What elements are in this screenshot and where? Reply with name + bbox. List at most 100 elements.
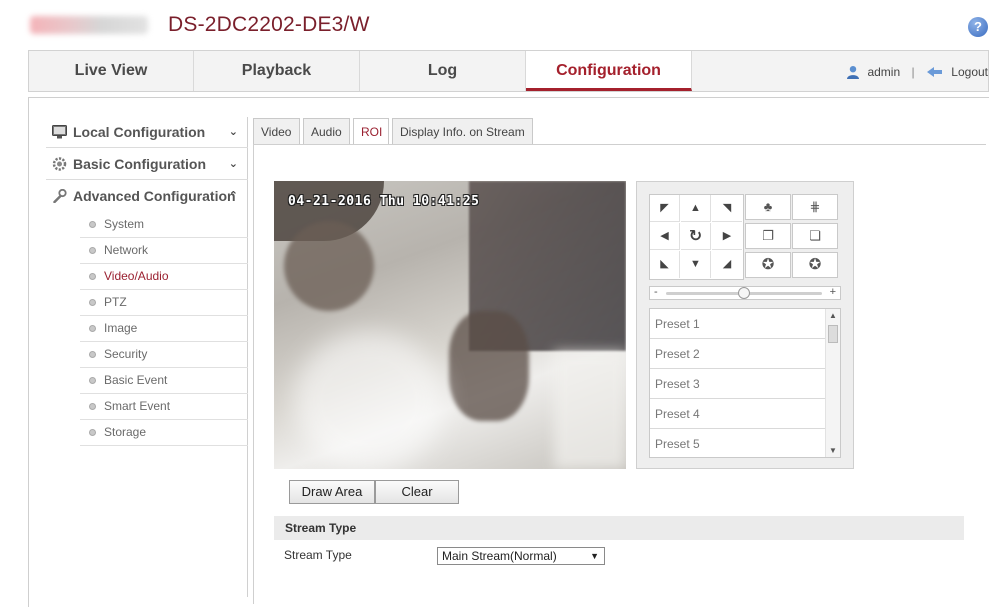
user-area: admin | Logout [846, 51, 988, 91]
zoom-out-icon[interactable]: ⋕ [792, 194, 838, 220]
sidebar-item-label: Storage [104, 425, 147, 439]
zoom-in-icon[interactable]: ♣ [745, 194, 791, 220]
bullet-icon [89, 429, 96, 436]
sidebar-item-basic-event[interactable]: Basic Event [80, 368, 248, 394]
logout-link[interactable]: Logout [951, 65, 988, 79]
sidebar-section-label: Basic Configuration [73, 156, 207, 172]
username: admin [867, 64, 901, 79]
ptz-direction-pad: ◤ ▲ ◥ ◀ ↻ ▶ ◣ ▼ ◢ [649, 194, 744, 280]
sidebar-item-label: Video/Audio [104, 269, 169, 283]
sidebar-section-basic-configuration[interactable]: Basic Configuration ⌄ [46, 148, 248, 180]
focus-near-icon[interactable]: ❐ [745, 223, 791, 249]
tab-configuration[interactable]: Configuration [526, 51, 692, 91]
stream-type-label: Stream Type [284, 548, 352, 562]
sidebar-item-label: System [104, 217, 145, 231]
ptz-up-right-button[interactable]: ◥ [712, 195, 742, 222]
sidebar-item-label: Smart Event [104, 399, 171, 413]
tab-log[interactable]: Log [360, 51, 526, 91]
iris-close-icon[interactable]: ✪ [792, 252, 838, 278]
bullet-icon [89, 403, 96, 410]
sidebar-item-security[interactable]: Security [80, 342, 248, 368]
tab-live-view[interactable]: Live View [29, 51, 194, 91]
tab-display-info-on-stream[interactable]: Display Info. on Stream [392, 118, 533, 144]
video-timestamp-osd: 04-21-2016 Thu 10:41:25 [288, 194, 480, 209]
slider-knob[interactable] [738, 287, 750, 299]
speed-plus-icon[interactable]: + [830, 286, 836, 298]
ptz-left-button[interactable]: ◀ [650, 223, 680, 250]
chevron-up-icon[interactable]: ⌃ [229, 180, 238, 212]
sidebar-item-label: Security [104, 347, 148, 361]
sidebar-item-system[interactable]: System [80, 212, 248, 238]
bullet-icon [89, 325, 96, 332]
scroll-thumb[interactable] [828, 325, 838, 343]
sidebar-section-advanced-configuration[interactable]: Advanced Configuration ⌃ [46, 180, 248, 212]
gear-icon [52, 157, 67, 171]
chevron-down-icon[interactable]: ⌄ [229, 116, 238, 148]
stream-type-section-header: Stream Type [274, 516, 964, 540]
ptz-auto-rotate-icon[interactable]: ↻ [681, 223, 711, 250]
sidebar-item-ptz[interactable]: PTZ [80, 290, 248, 316]
scroll-up-icon[interactable]: ▲ [829, 311, 837, 320]
bullet-icon [89, 247, 96, 254]
preset-item[interactable]: Preset 5 [650, 429, 827, 457]
tab-video[interactable]: Video [253, 118, 300, 144]
sidebar-item-label: PTZ [104, 295, 127, 309]
logout-icon[interactable] [926, 66, 944, 78]
user-icon [847, 65, 860, 79]
bullet-icon [89, 273, 96, 280]
speed-minus-icon[interactable]: - [654, 286, 658, 298]
bullet-icon [89, 299, 96, 306]
bullet-icon [89, 221, 96, 228]
device-model-title: DS-2DC2202-DE3/W [168, 13, 370, 36]
stream-type-select[interactable]: Main Stream(Normal) ▼ [437, 547, 605, 565]
video-scene-shape [449, 311, 529, 421]
sidebar-item-video-audio[interactable]: Video/Audio [80, 264, 248, 290]
ptz-right-button[interactable]: ▶ [712, 223, 742, 250]
preset-item[interactable]: Preset 3 [650, 369, 827, 399]
sidebar-section-label: Local Configuration [73, 124, 206, 140]
help-icon[interactable]: ? [968, 17, 988, 37]
top-nav: Live View Playback Log Configuration adm… [28, 50, 989, 92]
video-scene-shape [554, 351, 626, 469]
preset-item[interactable]: Preset 4 [650, 399, 827, 429]
sidebar-item-storage[interactable]: Storage [80, 420, 248, 446]
scroll-down-icon[interactable]: ▼ [829, 446, 837, 455]
wrench-icon [53, 189, 67, 203]
tab-playback[interactable]: Playback [194, 51, 360, 91]
tab-audio[interactable]: Audio [303, 118, 350, 144]
sidebar-item-label: Network [104, 243, 149, 257]
dropdown-arrow-icon[interactable]: ▼ [590, 548, 599, 564]
stream-type-value: Main Stream(Normal) [442, 549, 557, 563]
sidebar-item-image[interactable]: Image [80, 316, 248, 342]
sidebar-item-label: Basic Event [104, 373, 168, 387]
video-scene-shape [294, 331, 444, 469]
sidebar-item-smart-event[interactable]: Smart Event [80, 394, 248, 420]
ptz-speed-slider[interactable]: - + [649, 286, 841, 300]
sidebar-section-label: Advanced Configuration [73, 188, 236, 204]
iris-open-icon[interactable]: ✪ [745, 252, 791, 278]
sidebar: Local Configuration ⌄ Basic Configuratio… [46, 116, 248, 446]
ptz-up-left-button[interactable]: ◤ [650, 195, 680, 222]
sidebar-item-label: Image [104, 321, 138, 335]
focus-far-icon[interactable]: ❏ [792, 223, 838, 249]
sidebar-item-network[interactable]: Network [80, 238, 248, 264]
brand-logo-blurred [30, 16, 148, 34]
draw-area-button[interactable]: Draw Area [289, 480, 375, 504]
video-scene-shape [284, 221, 374, 311]
ptz-down-left-button[interactable]: ◣ [650, 251, 680, 278]
preset-scrollbar[interactable]: ▲ ▼ [825, 309, 840, 457]
tab-roi[interactable]: ROI [353, 118, 389, 145]
ptz-down-button[interactable]: ▼ [681, 251, 711, 278]
monitor-icon [52, 125, 67, 139]
ptz-down-right-button[interactable]: ◢ [712, 251, 742, 278]
ptz-up-button[interactable]: ▲ [681, 195, 711, 222]
preset-item[interactable]: Preset 2 [650, 339, 827, 369]
ptz-control-panel: ◤ ▲ ◥ ◀ ↻ ▶ ◣ ▼ ◢ ♣ ⋕ ❐ ❏ ✪ ✪ - + Preset… [636, 181, 854, 469]
sidebar-section-local-configuration[interactable]: Local Configuration ⌄ [46, 116, 248, 148]
bullet-icon [89, 351, 96, 358]
clear-button[interactable]: Clear [375, 480, 459, 504]
chevron-down-icon[interactable]: ⌄ [229, 148, 238, 180]
bullet-icon [89, 377, 96, 384]
live-video-view[interactable]: 04-21-2016 Thu 10:41:25 [274, 181, 626, 469]
preset-item[interactable]: Preset 1 [650, 309, 827, 339]
